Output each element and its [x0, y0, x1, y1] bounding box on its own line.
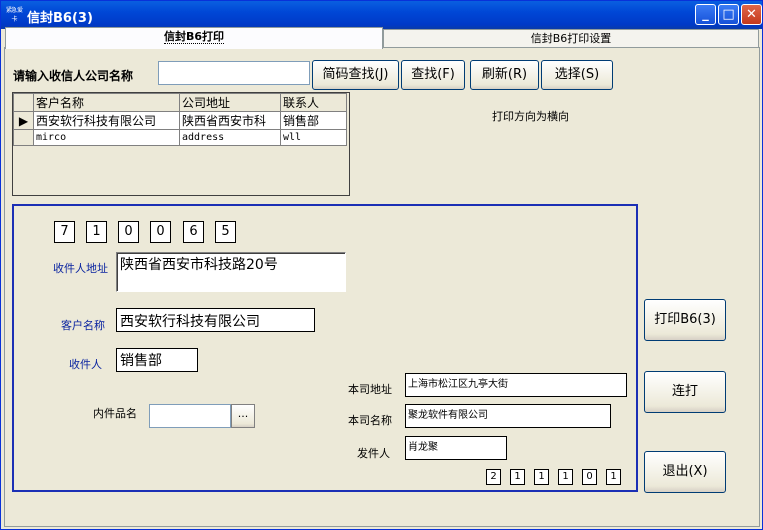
grid-header-row: 客户名称 公司地址 联系人	[13, 93, 347, 112]
sender-person-label: 发件人	[357, 447, 390, 460]
sender-company-text: 聚龙软件有限公司	[408, 410, 488, 421]
search-label: 请输入收信人公司名称	[13, 69, 134, 83]
recipient-postcode-digit[interactable]: 1	[86, 221, 107, 243]
column-header[interactable]: 客户名称	[33, 93, 180, 112]
recipient-address-text: 陕西省西安市科技路20号	[120, 257, 278, 273]
grid-cell[interactable]: 销售部	[280, 111, 347, 130]
sender-postcode-digit[interactable]: 1	[558, 469, 573, 485]
app-icon: 紧急 爱卡	[6, 7, 23, 23]
recipient-postcode-digit[interactable]: 0	[118, 221, 139, 243]
grid-cell[interactable]: wll	[280, 129, 347, 146]
recipient-postcode-digit[interactable]: 7	[54, 221, 75, 243]
envelope-preview-frame	[12, 204, 638, 492]
recipient-postcode-digit[interactable]: 5	[215, 221, 236, 243]
contents-label: 内件品名	[93, 407, 137, 420]
grid-cell[interactable]: mirco	[33, 129, 180, 146]
main-window: 紧急 爱卡 信封B6(3) _ □ ✕ 信封B6打印 信封B6打印设置 请输入收…	[0, 0, 763, 530]
sender-address-text: 上海市松江区九亭大街	[408, 379, 508, 390]
column-header[interactable]: 公司地址	[179, 93, 281, 112]
continuous-print-button[interactable]: 连打	[644, 371, 726, 413]
sender-postcode-digit[interactable]: 1	[510, 469, 525, 485]
tab-label: 信封B6打印设置	[530, 32, 612, 45]
column-header[interactable]: 联系人	[280, 93, 347, 112]
tab-b6-print-settings[interactable]: 信封B6打印设置	[383, 29, 759, 49]
table-row[interactable]: mirco address wll	[13, 129, 347, 146]
company-search-input[interactable]	[158, 61, 310, 85]
sender-postcode-digit[interactable]: 2	[486, 469, 501, 485]
find-button[interactable]: 查找(F)	[401, 60, 465, 90]
table-row[interactable]: ▶ 西安软行科技有限公司 陕西省西安市科 销售部	[13, 111, 347, 130]
sender-company-label: 本司名称	[348, 414, 392, 427]
select-button[interactable]: 选择(S)	[541, 60, 613, 90]
tab-label: 信封B6打印	[163, 30, 225, 44]
customer-grid[interactable]: 客户名称 公司地址 联系人 ▶ 西安软行科技有限公司 陕西省西安市科 销售部 m…	[12, 92, 350, 196]
row-marker	[13, 129, 34, 146]
sender-person-text: 肖龙聚	[408, 442, 438, 453]
exit-button[interactable]: 退出(X)	[644, 451, 726, 493]
pinyin-search-button[interactable]: 简码查找(J)	[312, 60, 399, 90]
refresh-button[interactable]: 刷新(R)	[470, 60, 539, 90]
sender-postcode-digit[interactable]: 0	[582, 469, 597, 485]
recipient-person-label: 收件人	[69, 358, 102, 371]
grid-cell[interactable]: 西安软行科技有限公司	[33, 111, 180, 130]
customer-name-label: 客户名称	[61, 319, 105, 332]
minimize-button[interactable]: _	[695, 4, 716, 25]
recipient-person-text: 销售部	[120, 353, 162, 369]
contents-browse-button[interactable]: ...	[231, 404, 255, 428]
recipient-address-label: 收件人地址	[53, 262, 108, 275]
sender-postcode-digit[interactable]: 1	[606, 469, 621, 485]
sender-address-label: 本司地址	[348, 383, 392, 396]
tab-b6-print[interactable]: 信封B6打印	[5, 27, 383, 49]
window-title: 信封B6(3)	[27, 11, 93, 26]
grid-corner	[13, 93, 34, 112]
row-marker: ▶	[13, 111, 34, 130]
contents-input[interactable]	[149, 404, 231, 428]
close-button[interactable]: ✕	[741, 4, 762, 25]
recipient-postcode-digit[interactable]: 0	[150, 221, 171, 243]
customer-name-text: 西安软行科技有限公司	[120, 314, 260, 330]
grid-cell[interactable]: address	[179, 129, 281, 146]
sender-postcode-digit[interactable]: 1	[534, 469, 549, 485]
title-bar[interactable]: 紧急 爱卡 信封B6(3) _ □ ✕	[1, 1, 762, 29]
print-direction-note: 打印方向为横向	[492, 110, 569, 123]
maximize-button[interactable]: □	[718, 4, 739, 25]
grid-cell[interactable]: 陕西省西安市科	[179, 111, 281, 130]
recipient-postcode-digit[interactable]: 6	[183, 221, 204, 243]
print-b6-button[interactable]: 打印B6(3)	[644, 299, 726, 341]
